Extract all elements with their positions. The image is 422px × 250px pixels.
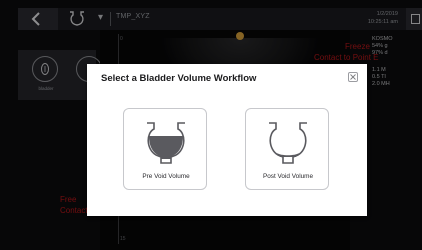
full-bladder-icon	[147, 122, 185, 164]
scan-screen: ▾ TMP_XYZ 1/2/2019 10:25:11 am bladder 0…	[0, 0, 422, 250]
pre-void-volume-option[interactable]: Pre Void Volume	[123, 108, 207, 190]
post-void-volume-option[interactable]: Post Void Volume	[245, 108, 329, 190]
pre-void-label: Pre Void Volume	[142, 173, 190, 180]
post-void-label: Post Void Volume	[262, 173, 314, 180]
dialog-title: Select a Bladder Volume Workflow	[101, 73, 257, 84]
close-button[interactable]	[348, 72, 358, 82]
workflow-dialog: Select a Bladder Volume Workflow Pre Voi…	[87, 64, 367, 216]
empty-bladder-icon	[269, 122, 307, 164]
close-icon	[350, 74, 356, 80]
